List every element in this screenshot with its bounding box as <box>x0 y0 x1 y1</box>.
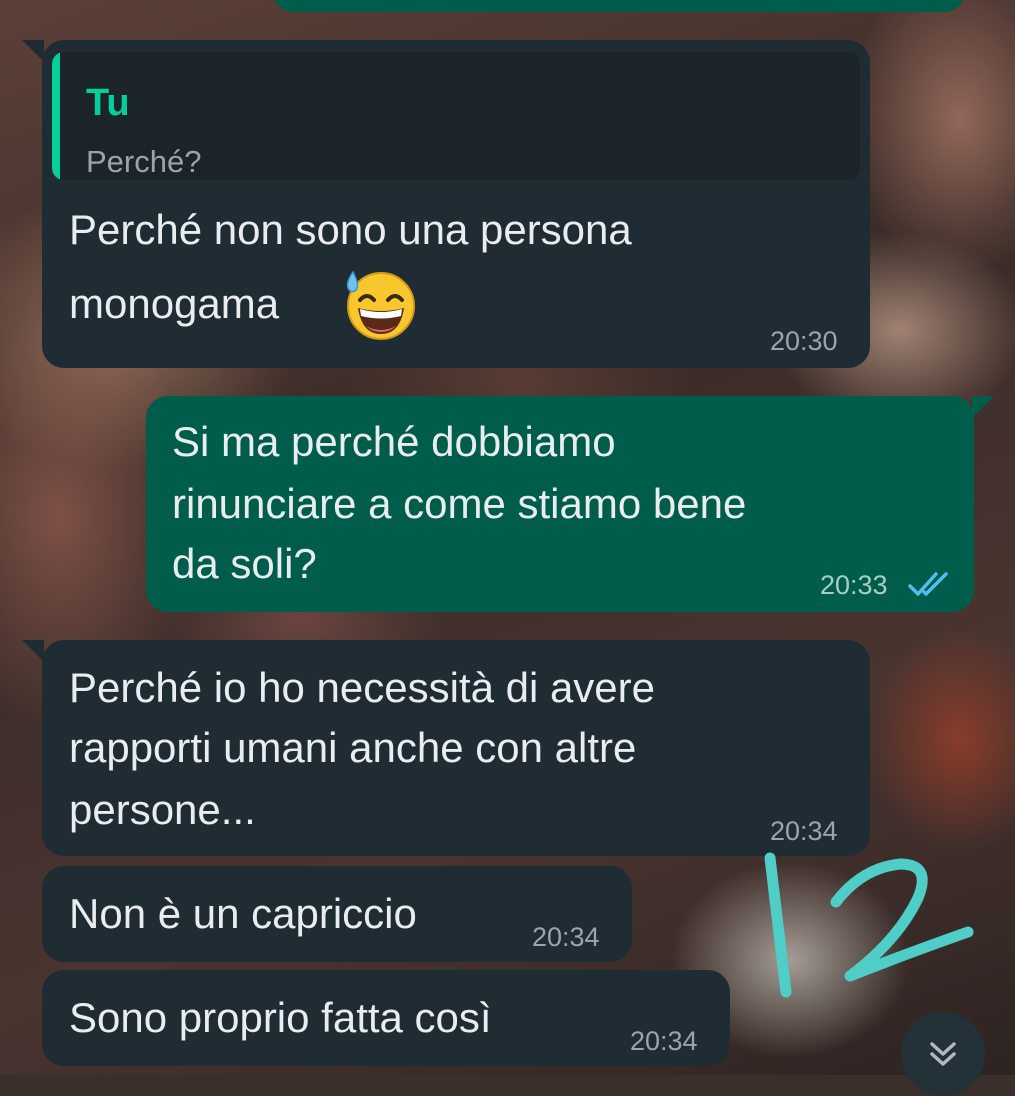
quote-text: Perché? <box>86 144 202 179</box>
bubble-tail <box>22 640 44 662</box>
message-bubble-incoming[interactable]: Non è un capriccio 20:34 <box>42 866 632 962</box>
double-chevron-down-icon <box>930 1042 956 1066</box>
message-bubble-incoming[interactable]: Perché io ho necessità di avere rapporti… <box>22 640 870 856</box>
double-check-read-icon <box>908 572 948 596</box>
bubble-tail <box>972 396 994 418</box>
previous-outgoing-message[interactable] <box>272 0 966 12</box>
quote-author: Tu <box>86 82 130 124</box>
message-line: Si ma perché dobbiamo <box>172 418 616 465</box>
message-line: Perché io ho necessità di avere <box>69 664 656 711</box>
message-line: persone... <box>69 786 256 833</box>
message-line: monogama <box>69 280 280 327</box>
message-time: 20:34 <box>532 922 600 952</box>
message-time: 20:33 <box>820 570 888 600</box>
message-bubble-outgoing[interactable]: Si ma perché dobbiamo rinunciare a come … <box>146 396 994 612</box>
scroll-to-bottom-button[interactable] <box>901 1012 985 1096</box>
message-line: Sono proprio fatta così <box>69 994 492 1041</box>
message-line: Perché non sono una persona <box>69 206 632 253</box>
quoted-reply[interactable]: Tu Perché? <box>52 52 860 180</box>
message-time: 20:30 <box>770 326 838 356</box>
message-line: da soli? <box>172 540 317 587</box>
message-bubble-incoming[interactable]: Sono proprio fatta così 20:34 <box>42 970 730 1066</box>
message-time: 20:34 <box>630 1026 698 1056</box>
message-line: Non è un capriccio <box>69 890 417 937</box>
bubble-tail <box>22 40 44 62</box>
message-bubble-incoming[interactable]: Tu Perché? Perché non sono una persona m… <box>22 40 870 368</box>
quote-accent-bar <box>52 52 60 180</box>
handwritten-annotation-12 <box>764 852 974 998</box>
message-line: rapporti umani anche con altre <box>69 724 637 771</box>
grinning-face-with-sweat-icon <box>346 270 415 340</box>
message-line: rinunciare a come stiamo bene <box>172 480 747 527</box>
